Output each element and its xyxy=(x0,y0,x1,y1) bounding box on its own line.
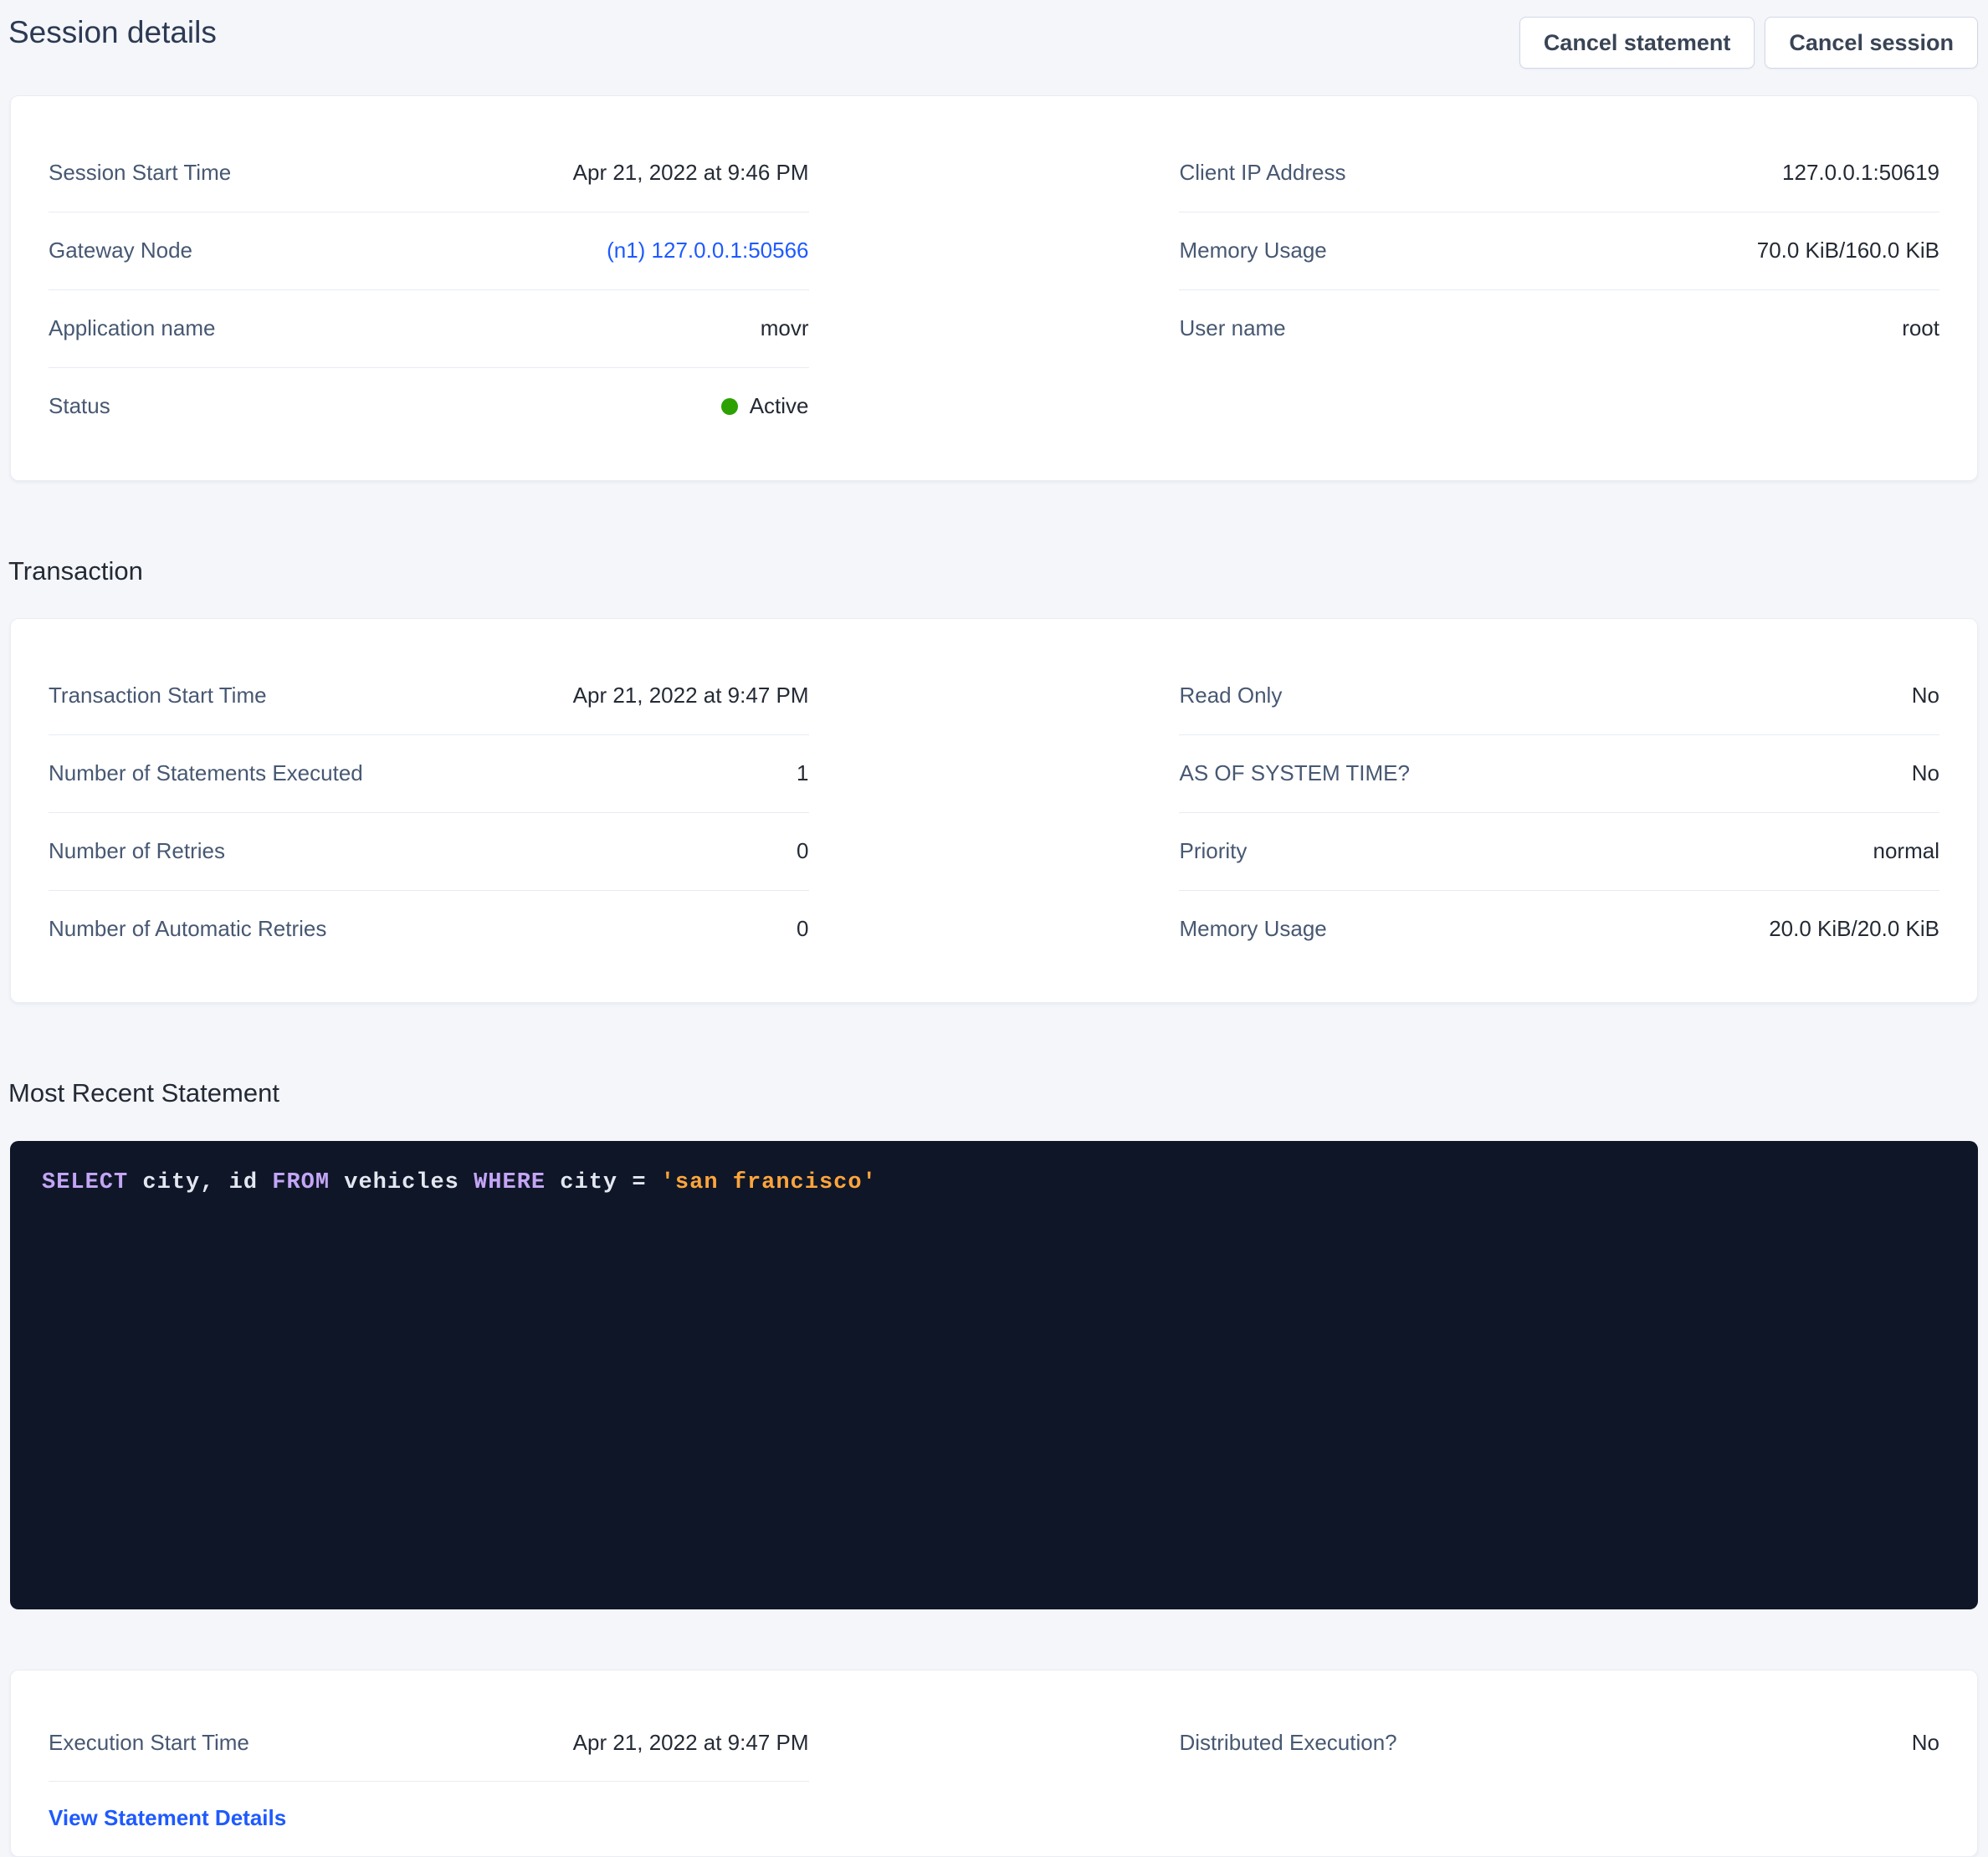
status-dot-icon xyxy=(721,398,738,415)
transaction-section-title: Transaction xyxy=(0,555,1988,588)
row-read-only: Read Only No xyxy=(1179,657,1939,735)
row-value: 1 xyxy=(797,761,808,786)
row-value: Apr 21, 2022 at 9:46 PM xyxy=(573,161,809,186)
row-label: Memory Usage xyxy=(1179,238,1326,263)
row-label: User name xyxy=(1179,316,1285,341)
execution-card-right-column: Distributed Execution? No xyxy=(1179,1706,1939,1831)
cancel-statement-button[interactable]: Cancel statement xyxy=(1519,17,1755,69)
row-label: Client IP Address xyxy=(1179,161,1345,186)
row-gateway-node: Gateway Node (n1) 127.0.0.1:50566 xyxy=(49,212,809,290)
row-value: normal xyxy=(1873,839,1939,864)
sql-statement-text: SELECT city, id FROM vehicles WHERE city… xyxy=(42,1166,1946,1200)
row-value: 127.0.0.1:50619 xyxy=(1782,161,1939,186)
row-label: Gateway Node xyxy=(49,238,192,263)
row-statements-executed: Number of Statements Executed 1 xyxy=(49,735,809,813)
row-value: movr xyxy=(761,316,809,341)
row-execution-start-time: Execution Start Time Apr 21, 2022 at 9:4… xyxy=(49,1706,809,1782)
row-as-of-system-time: AS OF SYSTEM TIME? No xyxy=(1179,735,1939,813)
page-title: Session details xyxy=(8,13,217,52)
row-label: Execution Start Time xyxy=(49,1731,249,1756)
session-summary-card: Session Start Time Apr 21, 2022 at 9:46 … xyxy=(10,95,1978,481)
row-priority: Priority normal xyxy=(1179,813,1939,891)
sql-token-plain: vehicles xyxy=(330,1170,474,1195)
row-automatic-retries: Number of Automatic Retries 0 xyxy=(49,891,809,968)
row-label: AS OF SYSTEM TIME? xyxy=(1179,761,1409,786)
row-label: Number of Statements Executed xyxy=(49,761,363,786)
sql-token-keyword: SELECT xyxy=(42,1170,128,1195)
row-label: Distributed Execution? xyxy=(1179,1731,1396,1756)
status-badge: Active xyxy=(721,394,809,419)
row-label: Number of Retries xyxy=(49,839,225,864)
sql-token-plain: city, id xyxy=(128,1170,272,1195)
statement-section-title: Most Recent Statement xyxy=(0,1077,1988,1110)
row-value: 0 xyxy=(797,839,808,864)
row-client-ip-address: Client IP Address 127.0.0.1:50619 xyxy=(1179,135,1939,212)
session-card-right-column: Client IP Address 127.0.0.1:50619 Memory… xyxy=(1179,135,1939,445)
row-label: Status xyxy=(49,394,110,419)
row-label: Number of Automatic Retries xyxy=(49,917,326,942)
row-value: 70.0 KiB/160.0 KiB xyxy=(1757,238,1939,263)
row-status: Status Active xyxy=(49,368,809,445)
row-value: Apr 21, 2022 at 9:47 PM xyxy=(573,1731,809,1756)
row-number-of-retries: Number of Retries 0 xyxy=(49,813,809,891)
execution-card-left-column: Execution Start Time Apr 21, 2022 at 9:4… xyxy=(49,1706,809,1831)
header-buttons: Cancel statement Cancel session xyxy=(1519,13,1978,69)
row-label: Transaction Start Time xyxy=(49,683,267,709)
row-value: 20.0 KiB/20.0 KiB xyxy=(1769,917,1939,942)
row-label: Application name xyxy=(49,316,215,341)
row-label: Priority xyxy=(1179,839,1247,864)
row-value: No xyxy=(1912,683,1939,709)
view-statement-details-row: View Statement Details xyxy=(49,1782,809,1831)
row-value: No xyxy=(1912,1731,1939,1756)
transaction-card-right-column: Read Only No AS OF SYSTEM TIME? No Prior… xyxy=(1179,657,1939,968)
execution-card: Execution Start Time Apr 21, 2022 at 9:4… xyxy=(10,1670,1978,1857)
row-session-memory-usage: Memory Usage 70.0 KiB/160.0 KiB xyxy=(1179,212,1939,290)
transaction-card: Transaction Start Time Apr 21, 2022 at 9… xyxy=(10,618,1978,1004)
sql-token-plain: city = xyxy=(546,1170,661,1195)
status-text: Active xyxy=(750,394,809,419)
row-label: Read Only xyxy=(1179,683,1282,709)
row-value: root xyxy=(1902,316,1939,341)
row-label: Memory Usage xyxy=(1179,917,1326,942)
page-header: Session details Cancel statement Cancel … xyxy=(0,0,1988,80)
row-user-name: User name root xyxy=(1179,290,1939,367)
row-value: Apr 21, 2022 at 9:47 PM xyxy=(573,683,809,709)
session-card-left-column: Session Start Time Apr 21, 2022 at 9:46 … xyxy=(49,135,809,445)
gateway-node-link[interactable]: (n1) 127.0.0.1:50566 xyxy=(607,238,808,263)
row-value: No xyxy=(1912,761,1939,786)
sql-statement-box: SELECT city, id FROM vehicles WHERE city… xyxy=(10,1141,1978,1609)
row-value: 0 xyxy=(797,917,808,942)
sql-token-keyword: FROM xyxy=(272,1170,330,1195)
row-session-start-time: Session Start Time Apr 21, 2022 at 9:46 … xyxy=(49,135,809,212)
row-transaction-memory-usage: Memory Usage 20.0 KiB/20.0 KiB xyxy=(1179,891,1939,968)
row-distributed-execution: Distributed Execution? No xyxy=(1179,1706,1939,1781)
cancel-session-button[interactable]: Cancel session xyxy=(1765,17,1978,69)
row-application-name: Application name movr xyxy=(49,290,809,368)
transaction-card-left-column: Transaction Start Time Apr 21, 2022 at 9… xyxy=(49,657,809,968)
row-transaction-start-time: Transaction Start Time Apr 21, 2022 at 9… xyxy=(49,657,809,735)
view-statement-details-link[interactable]: View Statement Details xyxy=(49,1805,286,1830)
sql-token-keyword: WHERE xyxy=(474,1170,546,1195)
row-label: Session Start Time xyxy=(49,161,231,186)
sql-token-string: 'san francisco' xyxy=(661,1170,877,1195)
